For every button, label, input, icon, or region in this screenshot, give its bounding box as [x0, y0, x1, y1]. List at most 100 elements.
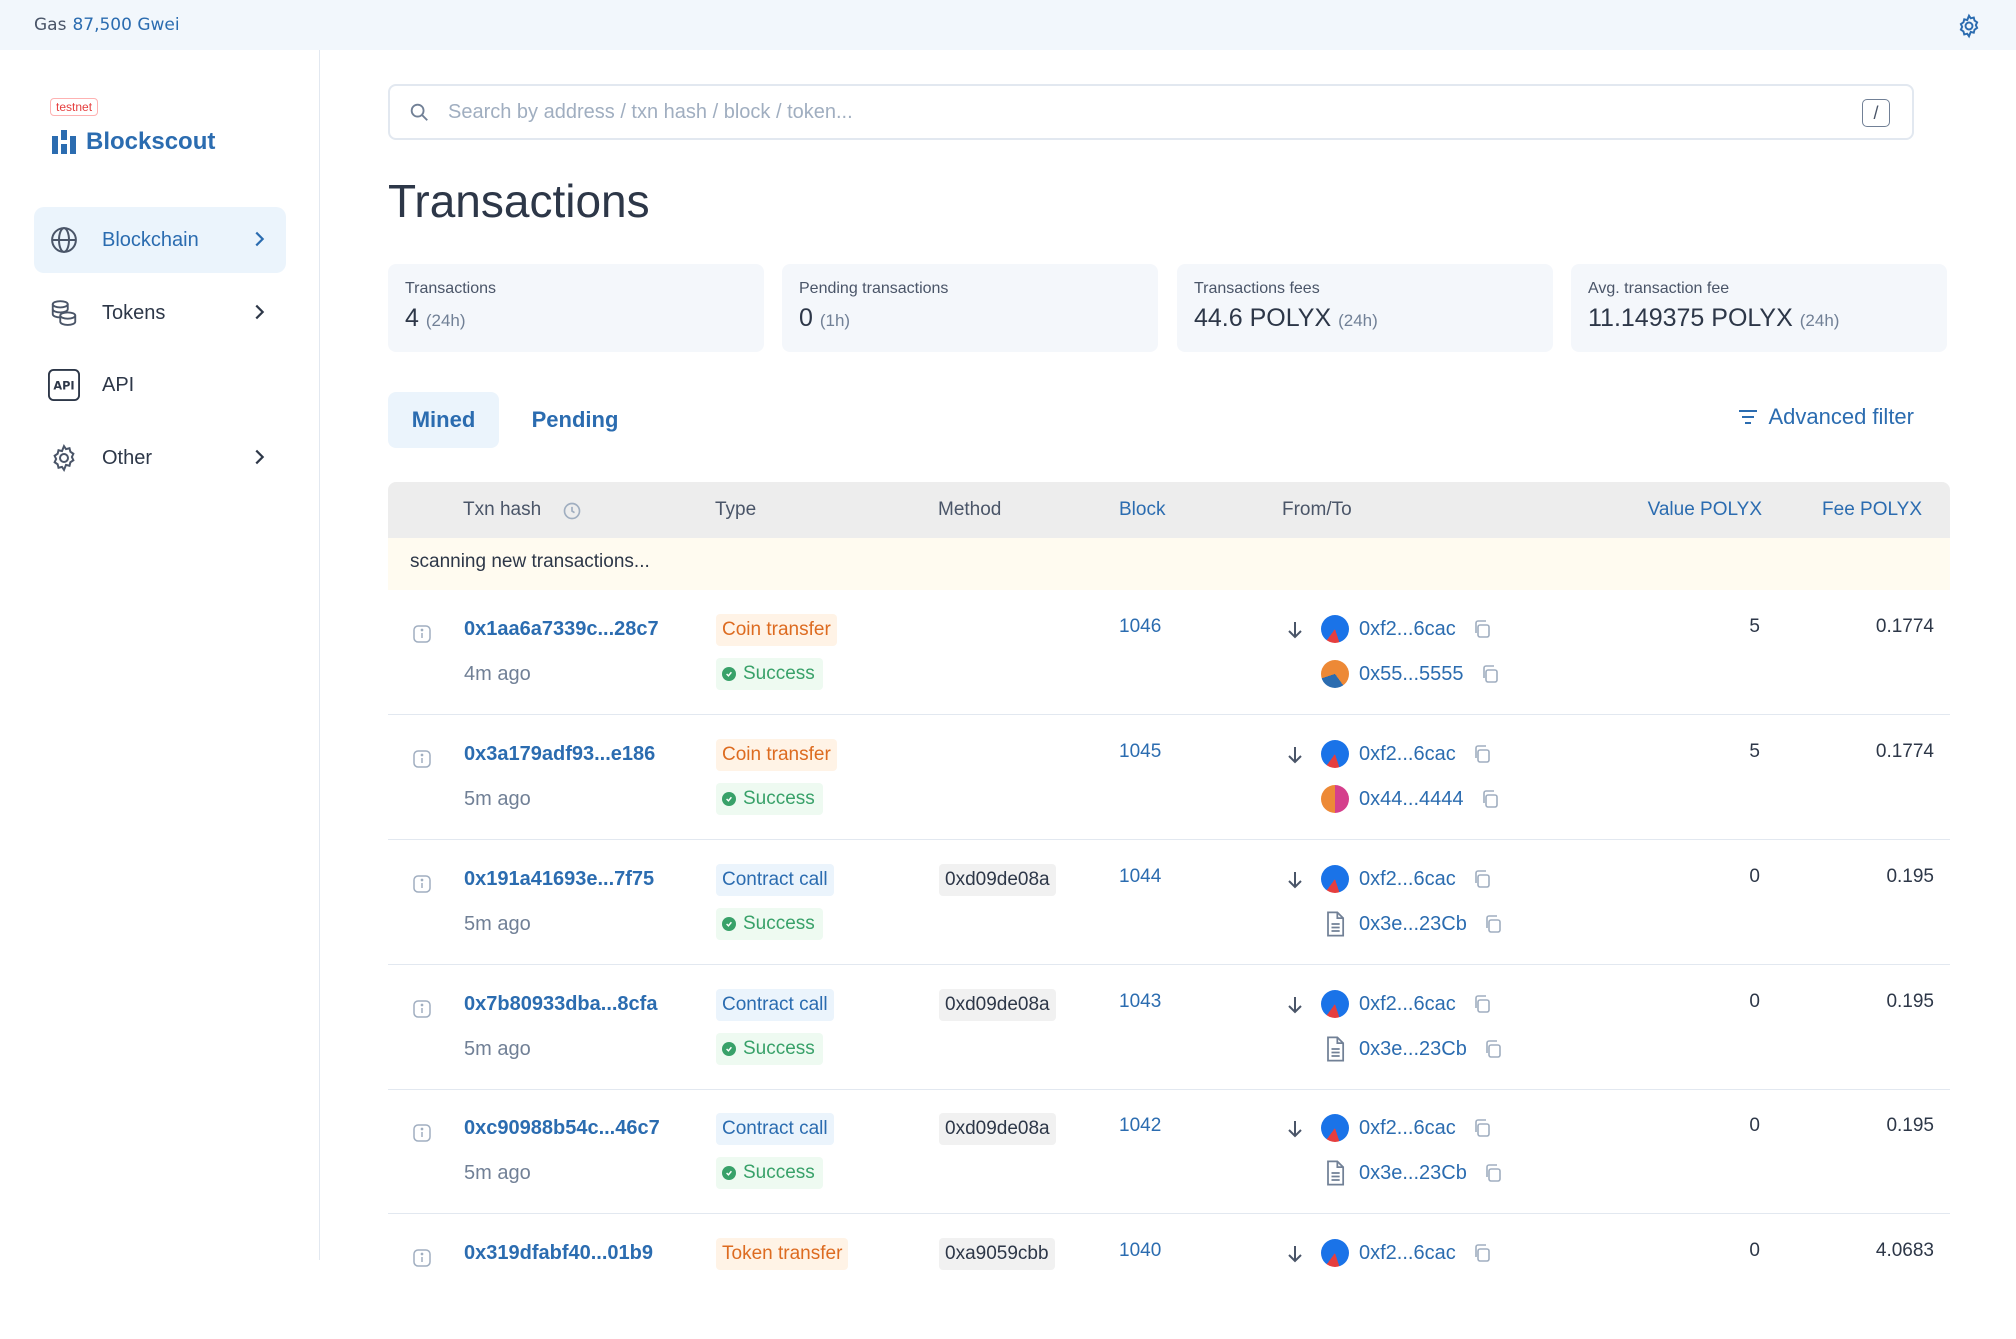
avatar — [1321, 1239, 1349, 1267]
copy-icon[interactable] — [1472, 1118, 1492, 1138]
block-link[interactable]: 1046 — [1119, 616, 1161, 638]
txn-fee: 0.195 — [1886, 991, 1934, 1012]
copy-icon[interactable] — [1483, 1039, 1503, 1059]
stat-transaction-fees: Transactions fees 44.6 POLYX (24h) — [1177, 264, 1553, 352]
status-badge: Success — [716, 658, 823, 690]
avatar — [1321, 615, 1349, 643]
status-text: Success — [743, 663, 815, 684]
to-address[interactable]: 0x3e...23Cb — [1321, 1159, 1503, 1187]
copy-icon[interactable] — [1472, 1243, 1492, 1263]
sidebar-item-api[interactable]: API API — [34, 352, 286, 418]
check-circle-icon — [722, 917, 736, 931]
stat-value: 11.149375 POLYX — [1588, 304, 1793, 332]
from-address[interactable]: 0xf2...6cac — [1321, 740, 1492, 768]
txn-hash-link[interactable]: 0x191a41693e...7f75 — [464, 868, 654, 891]
sidebar-item-tokens[interactable]: Tokens — [34, 280, 286, 346]
txn-hash-link[interactable]: 0x319dfabf40...01b9 — [464, 1242, 653, 1265]
address-text: 0xf2...6cac — [1359, 742, 1456, 765]
address-text: 0x3e...23Cb — [1359, 1161, 1467, 1184]
txn-age: 5m ago — [464, 1038, 531, 1060]
gas-price-link[interactable]: 87,500 Gwei — [72, 15, 179, 35]
sidebar-item-other[interactable]: Other — [34, 425, 286, 491]
copy-icon[interactable] — [1472, 994, 1492, 1014]
block-link[interactable]: 1040 — [1119, 1240, 1161, 1262]
arrow-down-icon — [1288, 622, 1302, 639]
tab-mined[interactable]: Mined — [388, 392, 499, 448]
block-link[interactable]: 1045 — [1119, 741, 1161, 763]
filter-icon — [1739, 410, 1758, 424]
stat-label: Transactions — [405, 280, 496, 297]
copy-icon[interactable] — [1472, 744, 1492, 764]
info-icon[interactable] — [412, 1248, 432, 1268]
stat-value: 0 — [799, 304, 813, 332]
chevron-right-icon — [255, 304, 265, 320]
method-badge: 0xd09de08a — [939, 864, 1056, 896]
stat-period: (24h) — [425, 311, 466, 330]
stat-period: (24h) — [1338, 311, 1378, 330]
avatar — [1321, 740, 1349, 768]
info-icon[interactable] — [412, 874, 432, 894]
txn-hash-link[interactable]: 0xc90988b54c...46c7 — [464, 1117, 660, 1140]
to-address[interactable]: 0x3e...23Cb — [1321, 1035, 1503, 1063]
header-type: Type — [715, 499, 757, 520]
testnet-badge: testnet — [50, 98, 99, 116]
status-text: Success — [743, 913, 815, 934]
search-input[interactable]: Search by address / txn hash / block / t… — [388, 84, 1914, 140]
header-fee[interactable]: Fee POLYX — [1822, 499, 1922, 521]
gear-icon — [48, 442, 80, 474]
txn-fee: 0.1774 — [1875, 741, 1934, 762]
tab-pending[interactable]: Pending — [510, 392, 640, 448]
arrow-down-icon — [1288, 872, 1302, 889]
from-address[interactable]: 0xf2...6cac — [1321, 615, 1492, 643]
copy-icon[interactable] — [1472, 619, 1492, 639]
stat-value: 4 — [405, 304, 419, 332]
status-badge: Success — [716, 1033, 823, 1065]
txn-type-badge: Contract call — [716, 989, 834, 1021]
contract-file-icon — [1327, 1036, 1345, 1062]
txn-type-badge: Contract call — [716, 864, 834, 896]
to-address[interactable]: 0x3e...23Cb — [1321, 910, 1503, 938]
block-link[interactable]: 1044 — [1119, 866, 1161, 888]
header-value[interactable]: Value POLYX — [1648, 499, 1762, 521]
avatar — [1321, 990, 1349, 1018]
header-method: Method — [938, 499, 1002, 520]
block-link[interactable]: 1042 — [1119, 1115, 1161, 1137]
settings-gear-icon[interactable] — [1956, 13, 1982, 39]
from-address[interactable]: 0xf2...6cac — [1321, 990, 1492, 1018]
stat-transactions: Transactions 4 (24h) — [388, 264, 764, 352]
copy-icon[interactable] — [1472, 869, 1492, 889]
from-address[interactable]: 0xf2...6cac — [1321, 865, 1492, 893]
from-address[interactable]: 0xf2...6cac — [1321, 1239, 1492, 1267]
info-icon[interactable] — [412, 624, 432, 644]
status-text: Success — [743, 1162, 815, 1183]
block-link[interactable]: 1043 — [1119, 991, 1161, 1013]
page-title: Transactions — [388, 175, 650, 227]
to-address[interactable]: 0x55...5555 — [1321, 660, 1500, 688]
to-address[interactable]: 0x44...4444 — [1321, 785, 1500, 813]
txn-hash-link[interactable]: 0x1aa6a7339c...28c7 — [464, 618, 659, 641]
advanced-filter-button[interactable]: Advanced filter — [1736, 404, 1914, 430]
stat-label: Pending transactions — [799, 280, 949, 297]
txn-hash-link[interactable]: 0x3a179adf93...e186 — [464, 743, 655, 766]
blockscout-logo[interactable]: Blockscout — [50, 128, 215, 156]
sidebar-item-blockchain[interactable]: Blockchain — [34, 207, 286, 273]
info-icon[interactable] — [412, 1123, 432, 1143]
from-address[interactable]: 0xf2...6cac — [1321, 1114, 1492, 1142]
advanced-filter-label: Advanced filter — [1768, 404, 1914, 429]
copy-icon[interactable] — [1480, 789, 1500, 809]
address-text: 0x44...4444 — [1359, 787, 1464, 810]
search-shortcut-key: / — [1862, 99, 1890, 127]
status-text: Success — [743, 1038, 815, 1059]
copy-icon[interactable] — [1483, 1163, 1503, 1183]
info-icon[interactable] — [412, 999, 432, 1019]
avatar — [1321, 1114, 1349, 1142]
txn-hash-link[interactable]: 0x7b80933dba...8cfa — [464, 993, 657, 1016]
clock-icon[interactable] — [562, 501, 582, 521]
info-icon[interactable] — [412, 749, 432, 769]
copy-icon[interactable] — [1483, 914, 1503, 934]
copy-icon[interactable] — [1480, 664, 1500, 684]
txn-fee: 0.195 — [1886, 866, 1934, 887]
sidebar-item-label: API — [102, 373, 135, 396]
table-row: 0xc90988b54c...46c7 5m ago Contract call… — [388, 1089, 1950, 1214]
header-block[interactable]: Block — [1119, 499, 1165, 521]
